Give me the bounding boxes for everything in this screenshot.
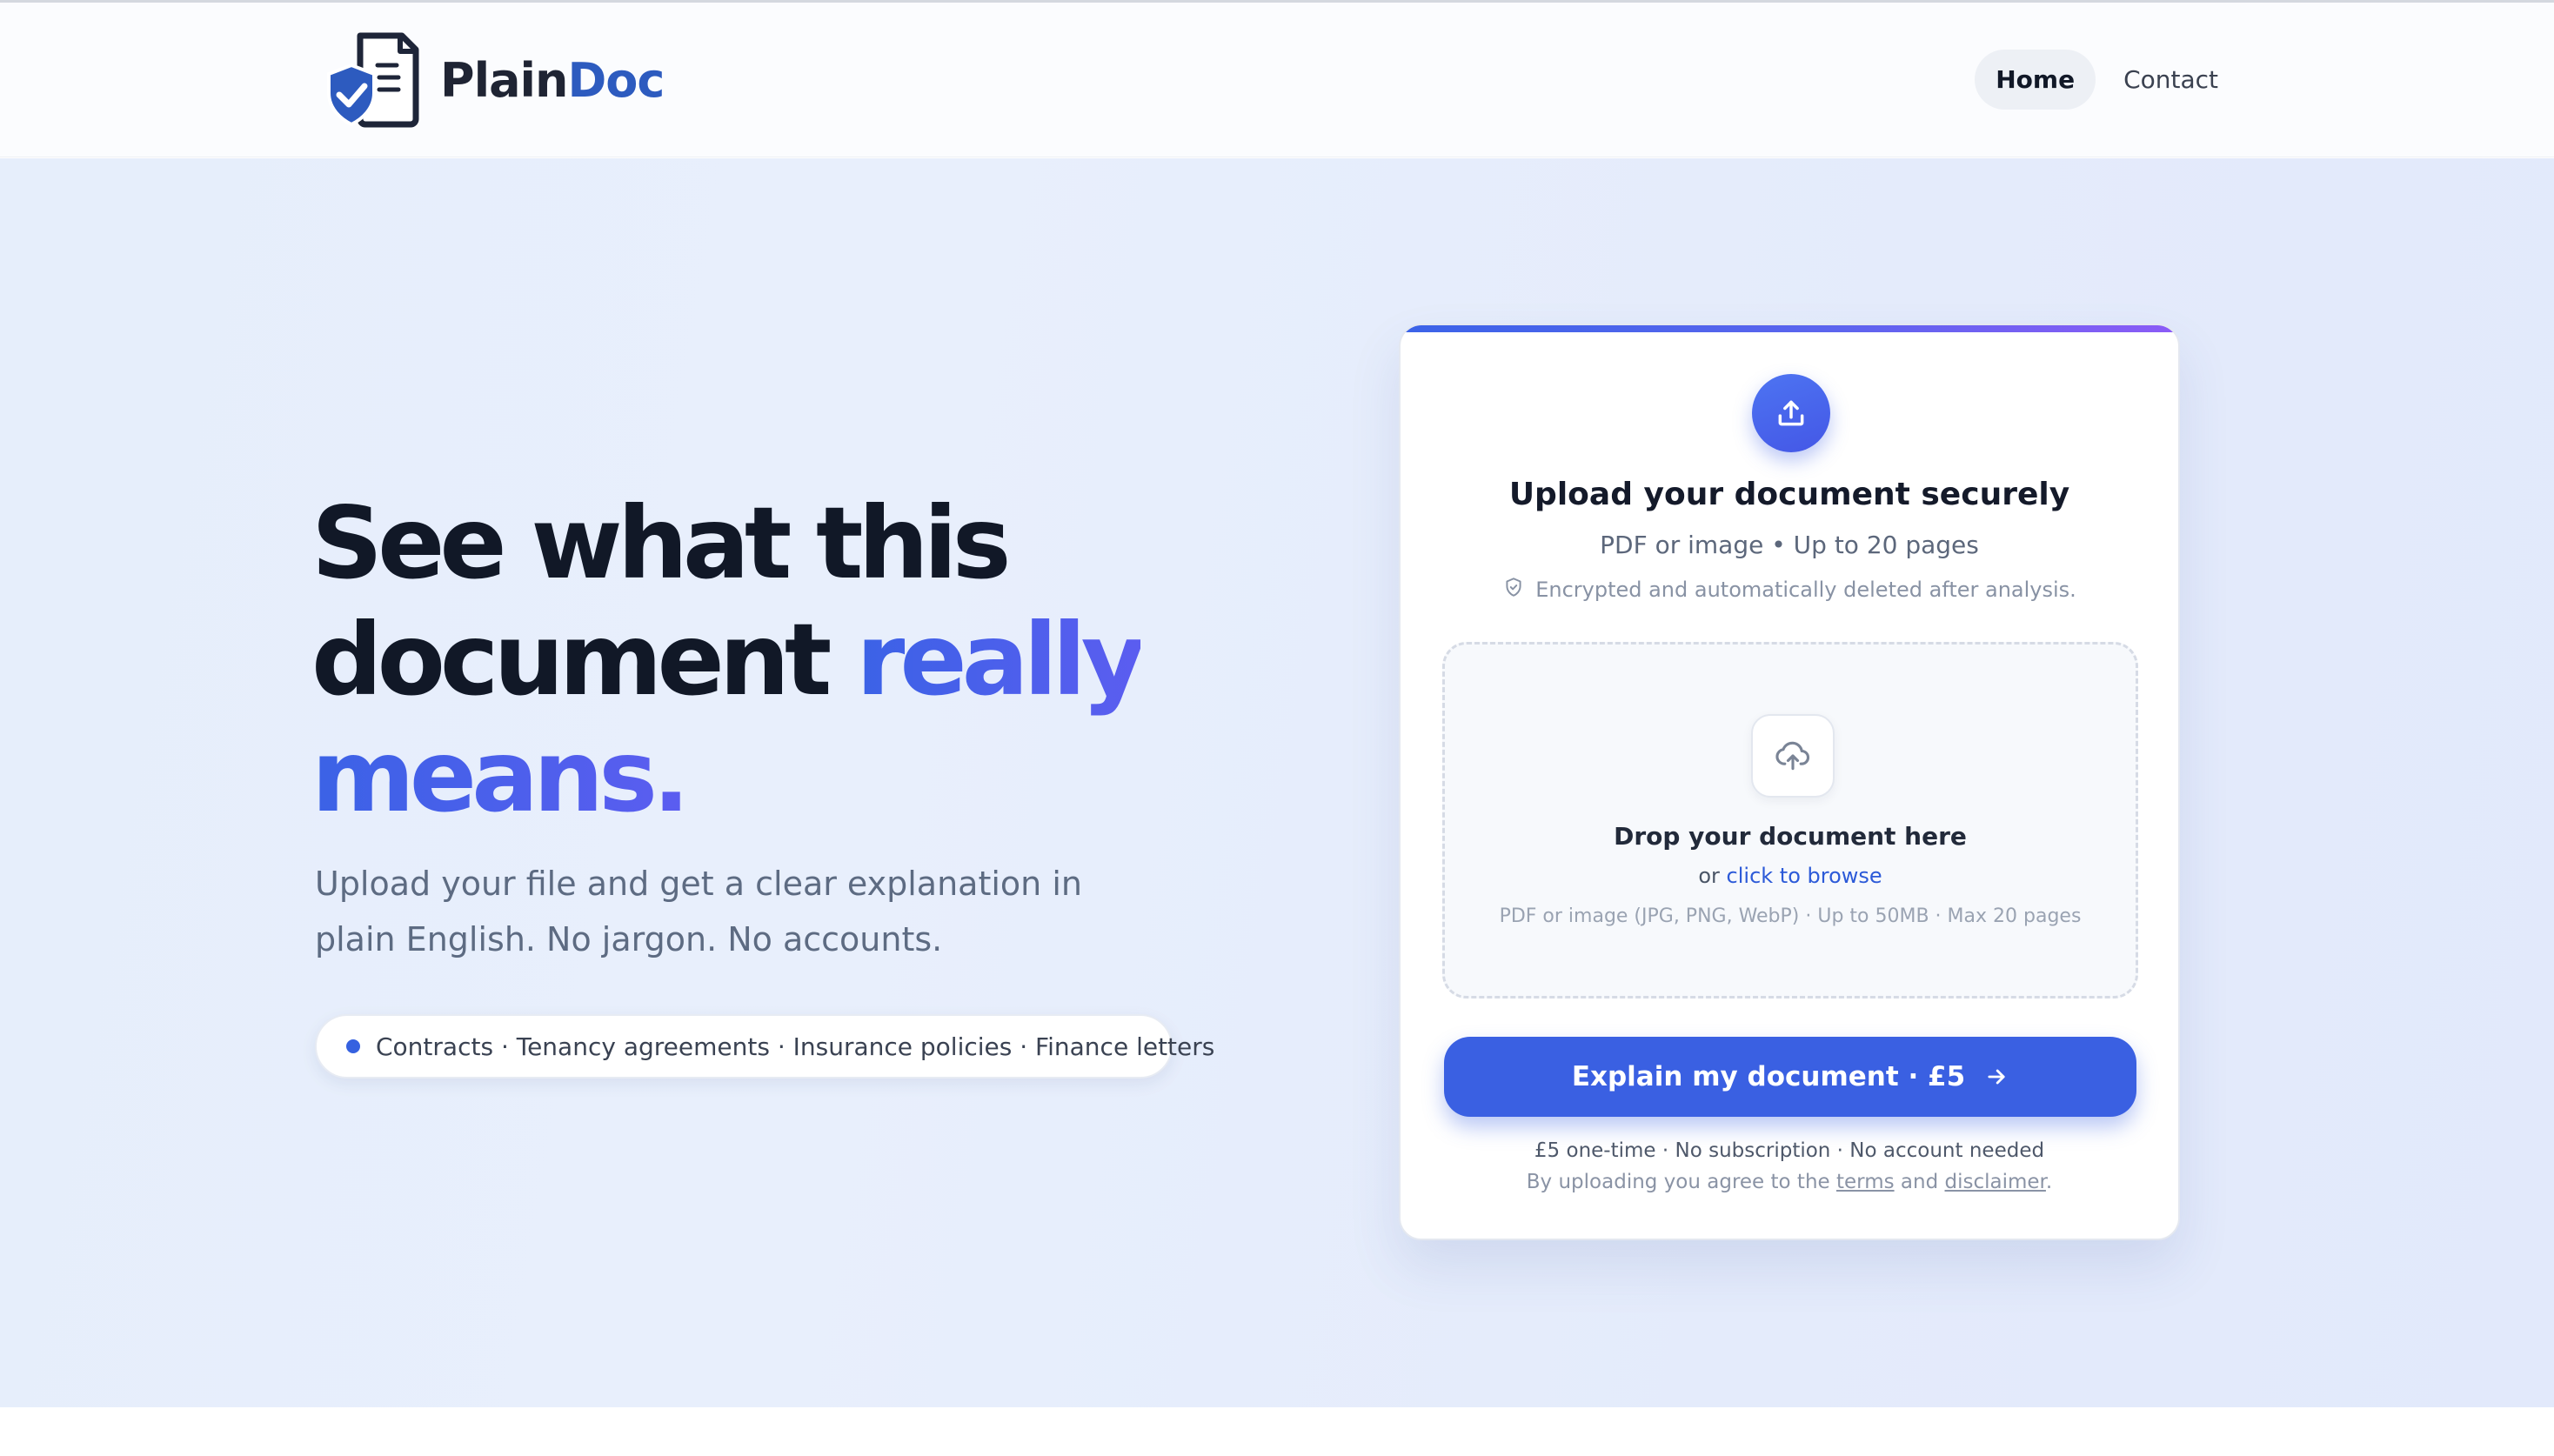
page-bottom-strip [0,1407,2554,1456]
document-shield-check-icon [325,32,419,128]
security-note-text: Encrypted and automatically deleted afte… [1535,578,2076,602]
terms-note-prefix: By uploading you agree to the [1526,1171,1830,1193]
card-accent-bar [1401,325,2178,332]
upload-card-subtitle: PDF or image • Up to 20 pages [1600,531,1979,559]
hero-subcopy: Upload your file and get a clear explana… [315,865,1082,958]
brand-name: PlainDoc [440,52,665,108]
browse-prefix: or [1698,864,1720,888]
headline-accent-means: means. [311,718,690,834]
arrow-right-icon [1984,1065,2009,1089]
upload-card: Upload your document securely PDF or ima… [1399,324,2180,1240]
brand-logo[interactable]: PlainDoc [325,32,665,128]
nav-home[interactable]: Home [1975,50,2096,110]
shield-check-icon [1502,576,1535,604]
document-types-text: Contracts · Tenancy agreements · Insuran… [376,1032,1215,1061]
headline-line-1: See what this [311,485,1012,601]
terms-link[interactable]: terms [1836,1171,1895,1193]
headline-line-2: document [311,602,832,718]
disclaimer-link[interactable]: disclaimer [1945,1171,2046,1193]
upload-icon [1752,374,1830,452]
file-dropzone[interactable]: Drop your document here or click to brow… [1442,642,2138,998]
explain-document-button[interactable]: Explain my document · £5 [1444,1037,2136,1117]
security-note: Encrypted and automatically deleted afte… [1401,576,2178,604]
document-types-pill: Contracts · Tenancy agreements · Insuran… [315,1014,1214,1079]
brand-name-part1: Plain [440,52,568,108]
upload-card-title: Upload your document securely [1508,477,2070,512]
site-header: PlainDoc Home Contact [0,3,2554,157]
dropzone-hint: PDF or image (JPG, PNG, WebP) · Up to 50… [1499,905,2082,927]
cloud-upload-icon [1751,714,1835,798]
terms-note-mid: and [1900,1171,1939,1193]
terms-note: By uploading you agree to the terms and … [1401,1171,2178,1193]
headline-accent-really: really [856,602,1146,718]
dropzone-title: Drop your document here [1614,822,1967,851]
bullet-dot-icon [346,1039,360,1053]
brand-name-part2: Doc [567,52,665,108]
explain-button-label: Explain my document · £5 [1571,1061,1966,1092]
pricing-note: £5 one-time · No subscription · No accou… [1534,1139,2045,1162]
terms-note-suffix: . [2045,1171,2053,1193]
hero-headline: See what this document really means. [311,485,1181,835]
main-nav: Home Contact [1975,50,2239,110]
dropzone-browse-line: or click to browse [1445,864,2136,888]
nav-contact[interactable]: Contact [2103,50,2239,110]
browse-link[interactable]: click to browse [1727,864,1882,888]
